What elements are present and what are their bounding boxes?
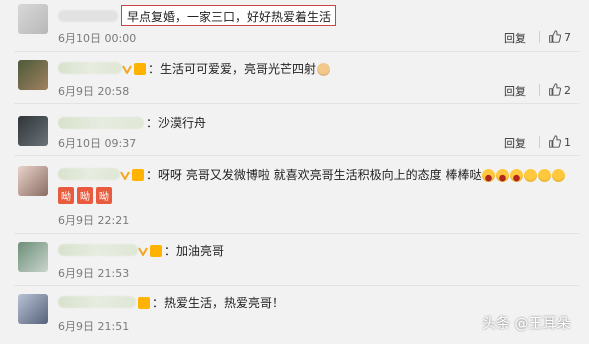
laughing-emoji-icon	[496, 169, 510, 182]
comment-time: 6月10日 09:37	[58, 137, 137, 150]
comment-text-row: ：热爱生活，热爱亮哥！	[136, 294, 284, 311]
reply-button[interactable]: 回复	[504, 83, 526, 99]
divider	[539, 136, 540, 148]
fan-badge-icon	[150, 245, 162, 257]
comment-row-1: ：生活可可爱爱，亮哥光芒四射 6月9日 20:58 回复 2	[0, 52, 589, 104]
like-count: 7	[564, 31, 571, 44]
watermark: 头条 @王耳朵	[482, 316, 571, 332]
reply-button[interactable]: 回复	[504, 30, 526, 46]
comment-text: ：生活可可爱爱，亮哥光芒四射	[148, 62, 317, 76]
comment-time: 6月9日 21:53	[58, 267, 130, 280]
fan-tag: 呦	[77, 187, 93, 204]
avatar[interactable]	[18, 166, 48, 196]
comment-row-4: ：加油亮哥 6月9日 21:53	[0, 234, 589, 286]
highlighted-comment-text: 早点复婚，一家三口，好好热爱着生活	[127, 10, 332, 24]
verified-v-icon	[120, 171, 130, 180]
fan-tag: 呦	[58, 187, 74, 204]
fan-badge-icon	[132, 169, 144, 181]
like-button[interactable]: 1	[548, 135, 571, 149]
comment-time: 6月9日 21:51	[58, 320, 130, 333]
smile-emoji-icon	[524, 169, 538, 182]
laughing-emoji-icon	[510, 169, 524, 182]
smile-emoji-icon	[538, 169, 552, 182]
comment-text: ：沙漠行舟	[146, 116, 207, 130]
verified-v-icon	[138, 247, 148, 256]
comment-row-2: ：沙漠行舟 6月10日 09:37 回复 1	[0, 104, 589, 156]
comment-text: ：呀呀 亮哥又发微博啦 就喜欢亮哥生活积极向上的态度 棒棒哒	[146, 168, 482, 182]
comment-text-row: ：呀呀 亮哥又发微博啦 就喜欢亮哥生活积极向上的态度 棒棒哒	[120, 166, 566, 183]
smile-emoji-icon	[552, 169, 566, 182]
fan-badge-icon	[138, 297, 150, 309]
thumbs-up-icon	[549, 135, 562, 148]
comment-row-3: ：呀呀 亮哥又发微博啦 就喜欢亮哥生活积极向上的态度 棒棒哒 呦呦呦 6月9日 …	[0, 156, 589, 232]
avatar[interactable]	[18, 294, 48, 324]
username-blurred[interactable]	[58, 62, 122, 74]
comment-row-0: 早点复婚，一家三口，好好热爱着生活 6月10日 00:00 回复 7	[0, 0, 589, 52]
comment-text: ：加油亮哥	[164, 244, 225, 258]
fan-tag: 呦	[96, 187, 112, 204]
comment-time: 6月9日 20:58	[58, 85, 130, 98]
like-count: 2	[564, 84, 571, 97]
cat-emoji-icon	[317, 63, 331, 76]
reply-button[interactable]: 回复	[504, 135, 526, 151]
avatar[interactable]	[18, 242, 48, 272]
like-button[interactable]: 7	[548, 30, 571, 44]
like-button[interactable]: 2	[548, 83, 571, 97]
fan-tags: 呦呦呦	[58, 185, 115, 204]
divider	[539, 31, 540, 43]
avatar[interactable]	[18, 116, 48, 146]
like-count: 1	[564, 136, 571, 149]
username-blurred[interactable]	[58, 244, 138, 256]
fan-badge-icon	[134, 63, 146, 75]
comment-time: 6月9日 22:21	[58, 214, 130, 227]
divider	[539, 84, 540, 96]
comment-time: 6月10日 00:00	[58, 32, 137, 45]
thumbs-up-icon	[549, 83, 562, 96]
thumbs-up-icon	[549, 30, 562, 43]
laughing-emoji-icon	[482, 169, 496, 182]
avatar[interactable]	[18, 4, 48, 34]
username-blurred[interactable]	[58, 117, 144, 129]
username-blurred[interactable]	[58, 10, 118, 22]
comment-text-row: ：生活可可爱爱，亮哥光芒四射	[122, 60, 331, 77]
comment-text: ：热爱生活，热爱亮哥！	[152, 296, 285, 310]
username-blurred[interactable]	[58, 296, 136, 308]
comment-text-row: ：加油亮哥	[138, 242, 224, 259]
verified-v-icon	[122, 65, 132, 74]
avatar[interactable]	[18, 60, 48, 90]
username-blurred[interactable]	[58, 168, 120, 180]
